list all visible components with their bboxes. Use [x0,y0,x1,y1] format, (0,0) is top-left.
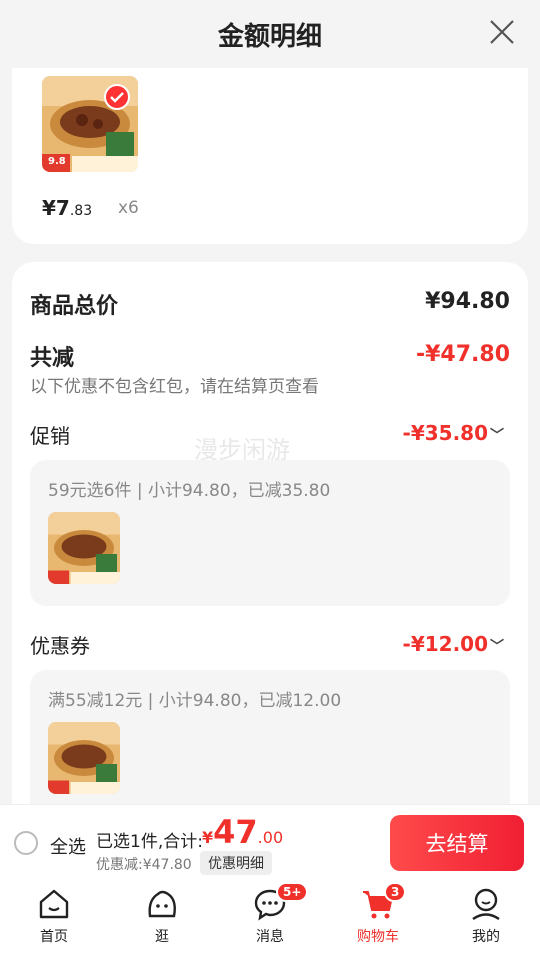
selected-check-icon[interactable] [104,84,130,110]
item-quantity: x6 [118,198,139,218]
promotion-toggle[interactable]: -¥35.80 ﹀ [403,421,504,445]
tab-bar: 首页 逛 5+ 消息 3 购物车 我的 [0,880,540,954]
coupon-desc: 满55减12元 | 小计94.80，已减12.00 [48,691,342,711]
messages-badge: 5+ [276,882,309,902]
promotion-value: -¥35.80 [402,421,488,445]
discount-detail-button[interactable]: 优惠明细 [200,851,272,875]
chevron-down-icon: ﹀ [490,428,504,444]
tab-home[interactable]: 首页 [14,886,94,946]
selected-summary: 已选1件,合计: [96,832,203,852]
browse-icon [148,890,176,918]
product-image[interactable]: 9.8 [42,76,138,172]
total-amount: ¥47.00 [202,813,284,851]
profile-icon [472,888,500,921]
select-all-label[interactable]: 全选 [50,833,86,859]
select-all-radio[interactable] [14,831,38,855]
checkout-bar: 全选 已选1件,合计: ¥47.00 优惠减:¥47.80 优惠明细 去结算 [0,804,540,880]
promotion-product-image[interactable] [48,512,120,584]
promotion-desc: 59元选6件 | 小计94.80，已减35.80 [48,481,331,501]
item-card: 9.8 ¥7.83 x6 [12,68,528,244]
chevron-down-icon: ﹀ [490,639,504,655]
coupon-toggle[interactable]: -¥12.00 ﹀ [403,632,504,656]
tab-cart[interactable]: 3 购物车 [338,882,418,946]
checkout-button[interactable]: 去结算 [390,815,524,871]
promotion-label: 促销 [30,424,70,448]
coupon-product-image[interactable] [48,722,120,794]
discount-amount: 优惠减:¥47.80 [96,857,192,873]
home-icon [39,889,69,919]
page-title: 金额明细 [217,22,322,52]
header: 金额明细 [0,0,540,68]
promotion-box: 59元选6件 | 小计94.80，已减35.80 [30,460,510,606]
tab-mine[interactable]: 我的 [446,886,526,946]
tab-browse[interactable]: 逛 [122,886,202,946]
coupon-value: -¥12.00 [402,632,488,656]
discount-note: 以下优惠不包含红包，请在结算页查看 [30,377,319,397]
total-price-value: ¥94.80 [425,289,510,314]
tab-messages[interactable]: 5+ 消息 [230,882,310,946]
item-price: ¥7.83 [42,196,93,220]
summary-card: 商品总价 ¥94.80 共减 -¥47.80 以下优惠不包含红包，请在结算页查看… [12,262,528,822]
close-icon[interactable] [488,18,516,46]
reduction-value: -¥47.80 [415,342,510,367]
coupon-box: 满55减12元 | 小计94.80，已减12.00 [30,670,510,822]
cart-badge: 3 [384,882,407,902]
price-tag: 9.8 [48,156,66,167]
coupon-label: 优惠券 [30,634,90,658]
total-price-label: 商品总价 [30,294,119,319]
reduction-label: 共减 [30,346,75,371]
